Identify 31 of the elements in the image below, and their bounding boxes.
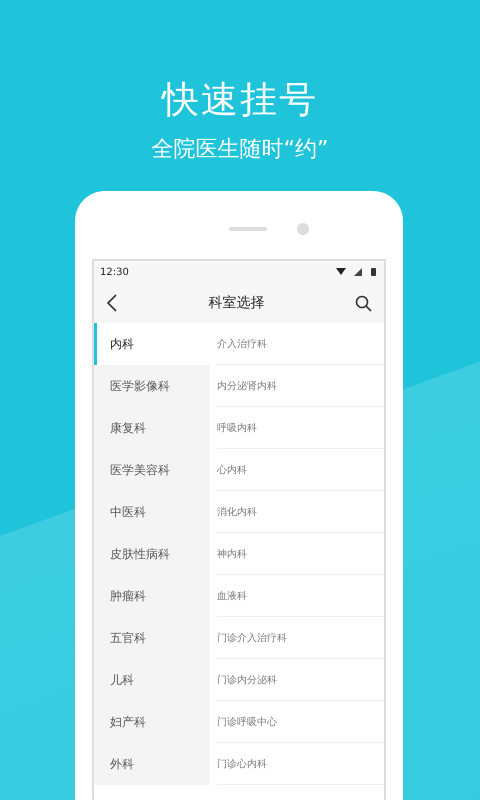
status-icons (336, 267, 378, 277)
search-icon[interactable] (355, 294, 372, 312)
department-item[interactable]: 外科 (94, 743, 210, 785)
department-item[interactable]: 肿瘤科 (94, 575, 210, 617)
sub-department-item[interactable]: 门诊介入治疗科 (217, 630, 287, 644)
sub-department-item[interactable]: 消化内科 (217, 504, 257, 518)
department-item[interactable]: 内科 (94, 323, 210, 365)
department-item[interactable]: 医学影像科 (94, 365, 210, 407)
status-time: 12:30 (100, 266, 129, 278)
speaker-icon (229, 227, 267, 231)
department-item[interactable]: 皮肤性病科 (94, 533, 210, 575)
back-icon[interactable] (106, 294, 118, 312)
headline: 快速挂号 (162, 77, 318, 123)
department-item[interactable]: 康复科 (94, 407, 210, 449)
sub-department-item[interactable]: 内分泌肾内科 (217, 378, 277, 392)
sub-department-item[interactable]: 门诊呼吸中心 (217, 714, 277, 728)
sub-department-item[interactable]: 心内科 (217, 462, 247, 476)
department-item[interactable]: 五官科 (94, 617, 210, 659)
sub-department-item[interactable]: 呼吸内科 (217, 420, 257, 434)
department-item[interactable]: 妇产科 (94, 701, 210, 743)
sub-department-item[interactable]: 介入治疗科 (217, 336, 267, 350)
sub-department-item[interactable]: 门诊心内科 (217, 756, 267, 770)
department-item[interactable]: 医学美容科 (94, 449, 210, 491)
sub-department-item[interactable]: 血液科 (217, 588, 247, 602)
subtitle: 全院医生随时“约” (152, 136, 328, 164)
sub-department-item[interactable]: 神内科 (217, 546, 247, 560)
screen-title: 科室选择 (208, 294, 264, 312)
camera-icon (297, 223, 309, 235)
department-item[interactable]: 儿科 (94, 659, 210, 701)
department-item[interactable]: 中医科 (94, 491, 210, 533)
sub-department-item[interactable]: 门诊内分泌科 (217, 672, 277, 686)
